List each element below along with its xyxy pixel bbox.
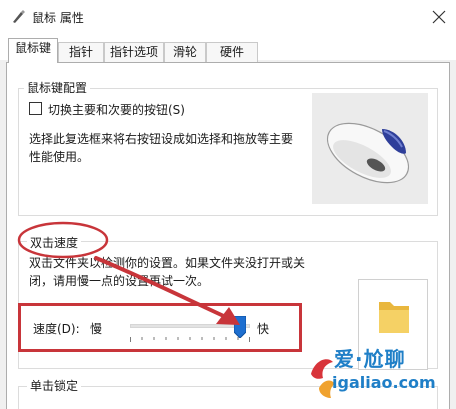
- tab-pointer-options[interactable]: 指针选项: [104, 42, 164, 62]
- tab-wheel[interactable]: 滑轮: [164, 42, 206, 62]
- click-lock-title: 单击锁定: [27, 377, 82, 394]
- mouse-illustration: [312, 93, 428, 204]
- switch-buttons-label[interactable]: 切换主要和次要的按钮(S): [48, 101, 185, 118]
- tab-pointers[interactable]: 指针: [58, 42, 104, 62]
- tab-buttons[interactable]: 鼠标键: [8, 38, 58, 63]
- mouse-app-icon: [10, 9, 26, 25]
- close-button[interactable]: [422, 0, 456, 34]
- mouse-icon: [326, 122, 410, 184]
- tab-hardware[interactable]: 硬件: [206, 42, 258, 62]
- annotation-arrow: [94, 256, 240, 325]
- window-title: 鼠标 属性: [32, 11, 84, 25]
- switch-buttons-checkbox[interactable]: [29, 102, 42, 115]
- mouse-properties-dialog: 鼠标 属性 鼠标键 指针 指针选项 滑轮 硬件 鼠标键配置 切换主要和次要的按钮…: [0, 0, 456, 409]
- button-config-desc-line1: 选择此复选框来将右按钮设成如选择和拖放等主要: [29, 132, 294, 146]
- title-bar: 鼠标 属性: [0, 0, 456, 34]
- button-config-desc-line2: 性能使用。: [29, 150, 90, 164]
- close-icon: [432, 10, 446, 24]
- button-config-title: 鼠标键配置: [24, 79, 91, 96]
- watermark-domain: igaliao.com: [332, 373, 436, 392]
- watermark-brand: 爱·尬聊: [334, 347, 406, 371]
